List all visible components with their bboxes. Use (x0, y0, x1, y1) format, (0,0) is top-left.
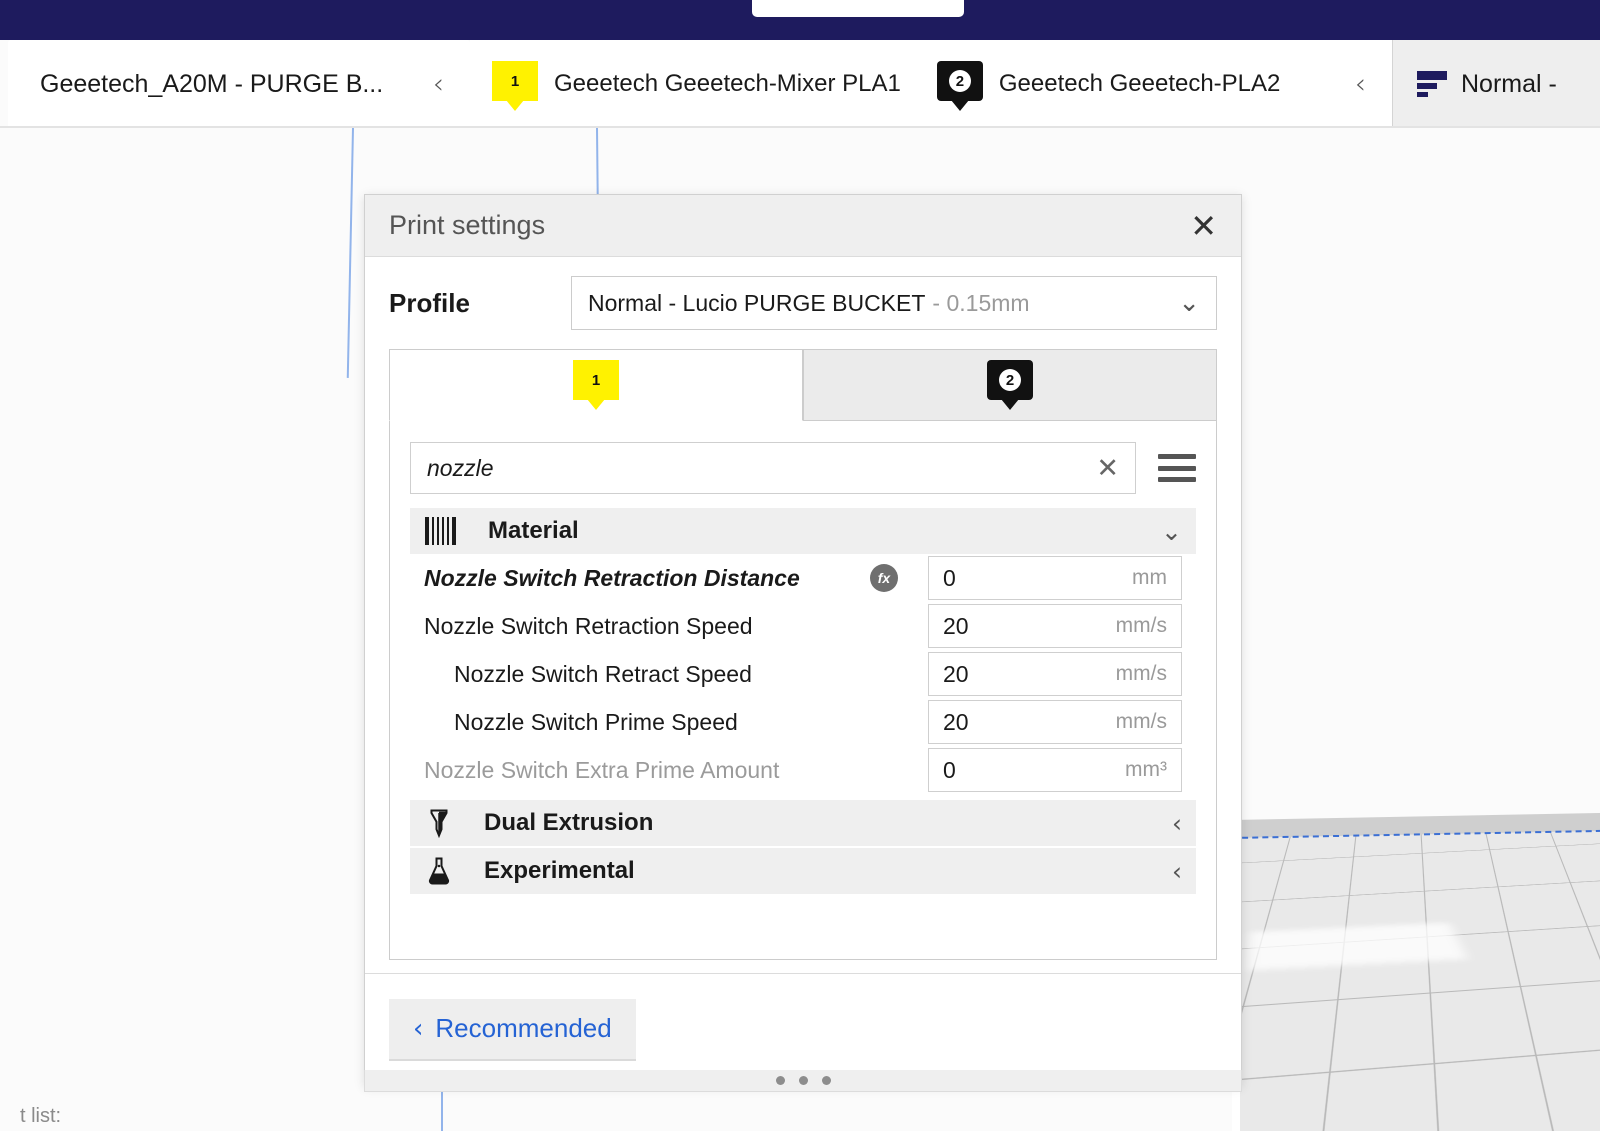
setting-input[interactable]: 20 mm/s (928, 700, 1182, 744)
print-profile-label: Normal - (1461, 70, 1557, 99)
profile-row: Profile Normal - Lucio PURGE BUCKET - 0.… (389, 257, 1217, 349)
dialog-header: Print settings ✕ (365, 195, 1241, 257)
setting-input[interactable]: 0 mm (928, 556, 1182, 600)
chevron-left-icon[interactable]: ‹ (433, 70, 444, 98)
dialog-title: Print settings (389, 210, 545, 241)
section-title-experimental: Experimental (484, 857, 635, 885)
setting-row: Nozzle Switch Retract Speed 20 mm/s (410, 650, 1196, 698)
status-text-fragment: t list: (20, 1105, 61, 1131)
tab-extruder-2-badge-icon: 2 (987, 360, 1033, 406)
tab-extruder-1[interactable]: 1 (389, 349, 803, 421)
section-header-dual-extrusion[interactable]: Dual Extrusion ‹ (410, 800, 1196, 846)
setting-value: 20 (943, 661, 969, 688)
hamburger-menu-icon[interactable] (1158, 454, 1196, 482)
tab-extruder-1-badge-icon: 1 (573, 360, 619, 406)
setting-input[interactable]: 20 mm/s (928, 652, 1182, 696)
setting-row: Nozzle Switch Retraction Distance fx 0 m… (410, 554, 1196, 602)
machine-selector[interactable]: Geeetech_A20M - PURGE B... ‹ (8, 40, 470, 128)
profile-dropdown[interactable]: Normal - Lucio PURGE BUCKET - 0.15mm ⌄ (571, 276, 1217, 330)
setting-unit: mm/s (1116, 662, 1167, 686)
setting-label: Nozzle Switch Retract Speed (424, 661, 752, 688)
dialog-footer: ‹ Recommended (365, 973, 1241, 1085)
resize-grip-dots[interactable] (364, 1070, 1242, 1092)
extruder-2-badge-icon: 2 (937, 61, 983, 107)
setting-row: Nozzle Switch Retraction Speed 20 mm/s (410, 602, 1196, 650)
setting-label: Nozzle Switch Prime Speed (424, 709, 738, 736)
machine-name-label: Geeetech_A20M - PURGE B... (40, 70, 383, 99)
extruder-2-number: 2 (949, 70, 971, 92)
setting-unit: mm/s (1116, 710, 1167, 734)
setting-unit: mm³ (1125, 758, 1167, 782)
setting-input[interactable]: 0 mm³ (928, 748, 1182, 792)
print-settings-dialog: Print settings ✕ Profile Normal - Lucio … (364, 194, 1242, 1086)
extruder-2-item[interactable]: 2 Geeetech Geeetech-PLA2 (937, 61, 1281, 107)
extruder-1-material-label: Geeetech Geeetech-Mixer PLA1 (554, 70, 901, 98)
setting-row: Nozzle Switch Extra Prime Amount 0 mm³ (410, 746, 1196, 794)
setting-value: 0 (943, 565, 956, 592)
flask-icon (424, 856, 454, 886)
section-header-experimental[interactable]: Experimental ‹ (410, 848, 1196, 894)
extruder-2-material-label: Geeetech Geeetech-PLA2 (999, 70, 1281, 98)
search-input[interactable]: nozzle ✕ (410, 442, 1136, 494)
tab-extruder-1-number: 1 (592, 372, 600, 389)
build-plate-surface (1232, 828, 1600, 1131)
application-titlebar (0, 0, 1600, 40)
extruders-chevron-left-icon[interactable]: ‹ (1355, 70, 1366, 98)
setting-unit: mm (1132, 566, 1167, 590)
build-volume-edge-left (347, 128, 354, 378)
setting-label: Nozzle Switch Retraction Distance (424, 565, 800, 592)
chevron-left-icon: ‹ (413, 1014, 423, 1044)
setting-value: 20 (943, 709, 969, 736)
settings-panel: nozzle ✕ Material ⌄ Nozzle Switch Retrac… (389, 420, 1217, 960)
dialog-body: Profile Normal - Lucio PURGE BUCKET - 0.… (365, 257, 1241, 973)
profile-value: Normal - Lucio PURGE BUCKET (588, 290, 925, 317)
extruder-1-item[interactable]: 1 Geeetech Geeetech-Mixer PLA1 (492, 61, 901, 107)
machine-and-material-bar: Geeetech_A20M - PURGE B... ‹ 1 Geeetech … (0, 40, 1600, 128)
tab-extruder-2[interactable]: 2 (803, 349, 1217, 421)
tab-extruder-2-number: 2 (999, 369, 1021, 391)
section-title-material: Material (488, 517, 579, 545)
setting-input[interactable]: 20 mm/s (928, 604, 1182, 648)
section-header-material[interactable]: Material ⌄ (410, 508, 1196, 554)
build-plate-grid (1232, 828, 1600, 1131)
active-stage-tab[interactable] (752, 0, 964, 17)
setting-label: Nozzle Switch Extra Prime Amount (424, 757, 779, 784)
extruder-1-number: 1 (511, 73, 519, 90)
setting-row: Nozzle Switch Prime Speed 20 mm/s (410, 698, 1196, 746)
search-value: nozzle (427, 455, 493, 482)
print-profile-icon (1417, 71, 1447, 97)
chevron-left-icon[interactable]: ‹ (1172, 857, 1182, 886)
extruder-material-selector[interactable]: 1 Geeetech Geeetech-Mixer PLA1 2 Geeetec… (470, 40, 1392, 128)
print-profile-selector[interactable]: Normal - (1392, 40, 1600, 128)
chevron-down-icon[interactable]: ⌄ (1161, 517, 1182, 546)
extruder-1-badge-icon: 1 (492, 61, 538, 107)
extruder-tabs: 1 2 (389, 349, 1217, 421)
search-row: nozzle ✕ (410, 442, 1196, 494)
material-spool-icon (424, 517, 458, 545)
profile-label: Profile (389, 288, 571, 319)
setting-value: 20 (943, 613, 969, 640)
clear-search-icon[interactable]: ✕ (1096, 453, 1119, 484)
close-icon[interactable]: ✕ (1190, 210, 1217, 242)
setting-unit: mm/s (1116, 614, 1167, 638)
setting-label: Nozzle Switch Retraction Speed (424, 613, 753, 640)
setting-value: 0 (943, 757, 956, 784)
profile-layer-height: - 0.15mm (932, 290, 1029, 317)
stagebar-divider (0, 126, 1600, 128)
chevron-left-icon[interactable]: ‹ (1172, 809, 1182, 838)
section-title-dual-extrusion: Dual Extrusion (484, 809, 653, 837)
nozzle-icon (424, 808, 454, 838)
recommended-button[interactable]: ‹ Recommended (389, 999, 636, 1061)
chevron-down-icon[interactable]: ⌄ (1178, 288, 1200, 318)
formula-fx-icon[interactable]: fx (870, 564, 898, 592)
recommended-label: Recommended (435, 1013, 611, 1044)
